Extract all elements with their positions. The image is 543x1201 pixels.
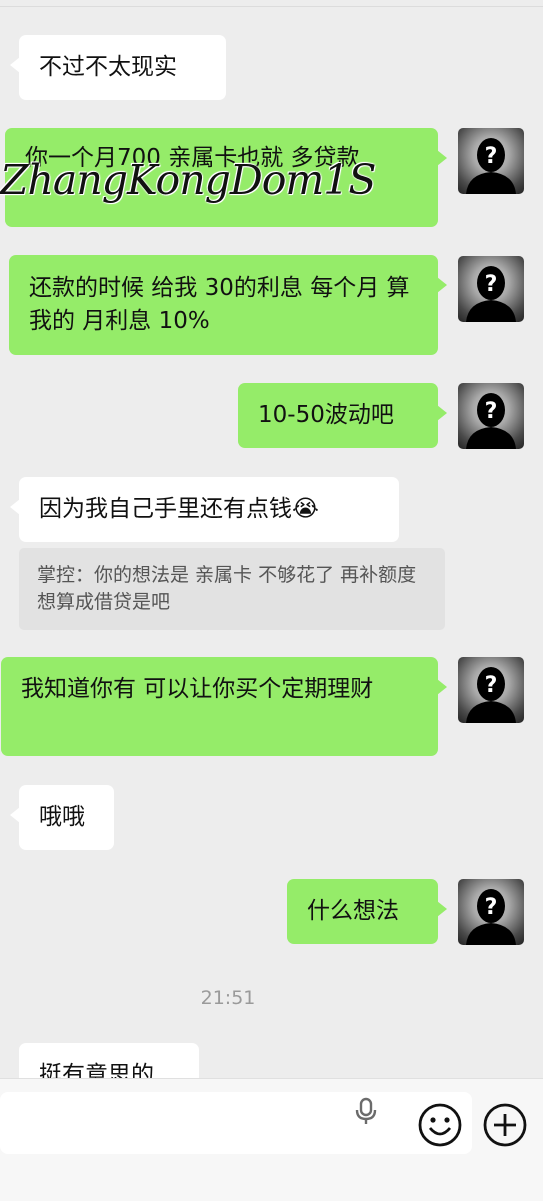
message-text: 我知道你有 可以让你买个定期理财 [21,676,374,702]
quoted-message[interactable]: 掌控：你的想法是 亲属卡 不够花了 再补额度 想算成借贷是吧 [19,548,445,630]
svg-text:?: ? [485,895,498,920]
message-bubble-received[interactable]: 不过不太现实 [10,35,226,100]
message-bubble-sent[interactable]: 什么想法 [287,879,447,944]
message-input[interactable] [0,1092,472,1154]
microphone-icon[interactable] [349,1093,383,1131]
avatar[interactable]: ? [458,657,524,723]
avatar[interactable]: ? [458,256,524,322]
message-bubble-received[interactable]: 因为我自己手里还有点钱😭 [10,477,399,542]
avatar[interactable]: ? [458,879,524,945]
silhouette-question-icon: ? [466,889,516,945]
avatar[interactable]: ? [458,383,524,449]
quoted-text: 掌控：你的想法是 亲属卡 不够花了 再补额度 想算成借贷是吧 [37,564,417,613]
silhouette-question-icon: ? [466,667,516,723]
top-divider [0,6,543,7]
message-text: 因为我自己手里还有点钱😭 [39,496,319,522]
input-bar [0,1078,543,1201]
message-text: 还款的时候 给我 30的利息 每个月 算我的 月利息 10% [29,275,410,334]
message-text: 10-50波动吧 [258,402,394,428]
svg-text:?: ? [485,673,498,698]
watermark: ZhangKongDom1S [0,156,376,204]
message-text: 什么想法 [307,898,399,924]
message-text: 不过不太现实 [39,54,177,80]
timestamp: 21:51 [200,987,256,1009]
emoji-icon[interactable] [417,1102,463,1152]
svg-text:?: ? [485,272,498,297]
message-bubble-sent[interactable]: 10-50波动吧 [238,383,447,448]
message-bubble-sent[interactable]: 我知道你有 可以让你买个定期理财 [1,657,447,756]
svg-text:?: ? [485,399,498,424]
message-bubble-sent[interactable]: 还款的时候 给我 30的利息 每个月 算我的 月利息 10% [9,255,447,355]
plus-icon[interactable] [482,1102,528,1152]
silhouette-question-icon: ? [466,393,516,449]
message-bubble-received[interactable]: 哦哦 [10,785,114,850]
message-text: 哦哦 [39,804,85,830]
silhouette-question-icon: ? [466,266,516,322]
